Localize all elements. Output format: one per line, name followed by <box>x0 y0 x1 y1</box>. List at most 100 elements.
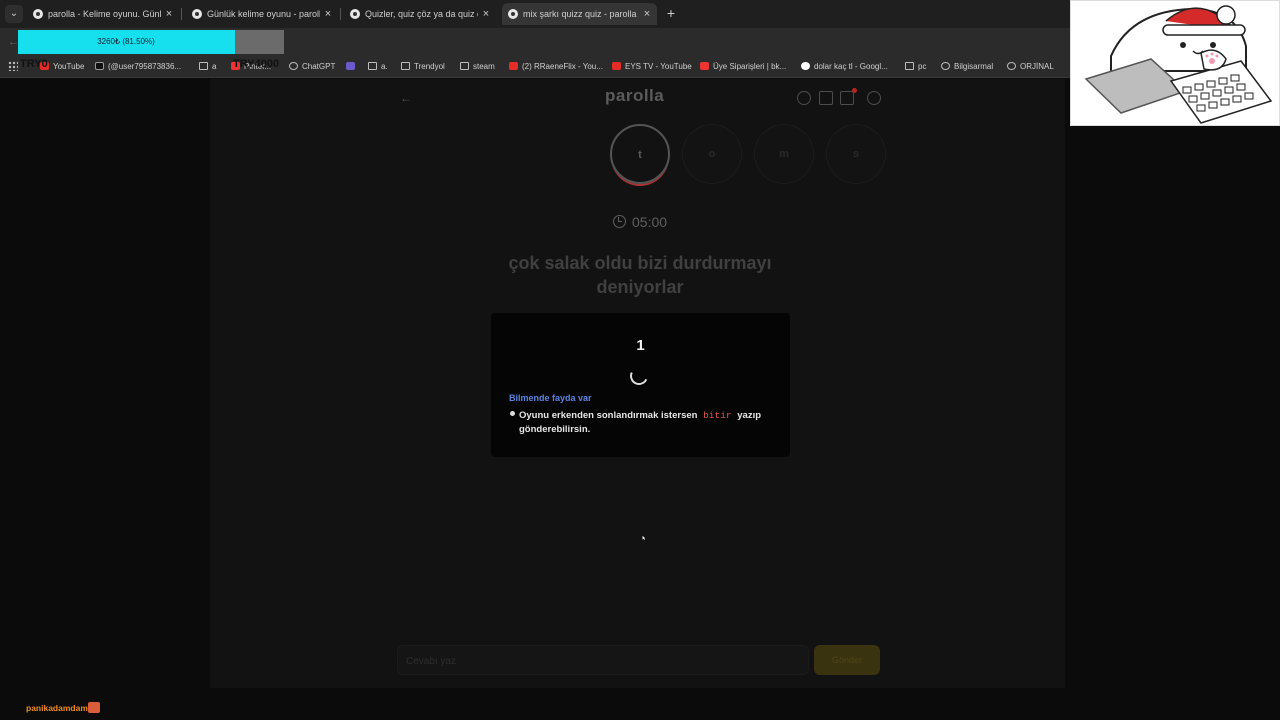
bookmark-dolar[interactable]: dolar kaç tl - Googl... <box>801 59 888 75</box>
letter: s <box>852 148 860 160</box>
app-icon <box>346 62 355 70</box>
messages-icon[interactable] <box>840 91 854 105</box>
parolla-favicon-icon <box>192 9 202 19</box>
tab-4-active[interactable]: mix şarkı quizz quiz - parolla - I × <box>502 3 657 25</box>
question-text: çok salak oldu bizi durdurmayı deniyorla… <box>508 253 772 297</box>
bookmark-steam[interactable]: steam <box>460 59 495 75</box>
info-icon[interactable] <box>797 91 811 105</box>
tab-divider <box>340 8 341 20</box>
bookmark-label: a. <box>381 62 388 71</box>
bookmark-trendyol[interactable]: Trendyol <box>401 59 445 75</box>
tab-3[interactable]: Quizler, quiz çöz ya da quiz olu × <box>344 3 496 25</box>
letter-circle: s <box>826 124 886 184</box>
folder-icon <box>199 62 208 70</box>
bookmark-label: (@user795873836... <box>108 62 182 71</box>
store-icon <box>700 62 709 70</box>
parolla-logo[interactable]: parolla <box>605 86 675 106</box>
folder-icon <box>368 62 377 70</box>
folder-icon <box>460 62 469 70</box>
tip-text: Oyunu erkenden sonlandırmak istersen bit… <box>519 409 769 436</box>
bookmark-tiktok[interactable]: (@user795873836... <box>95 59 181 75</box>
bookmark-orjinal[interactable]: ORJİNAL <box>1007 59 1054 75</box>
parolla-favicon-icon <box>33 9 43 19</box>
tab-2[interactable]: Günlük kelime oyunu - parolla × <box>186 3 338 25</box>
bookmark-bilgisarmal[interactable]: Bilgisarmal <box>941 59 993 75</box>
letter-circle: m <box>754 124 814 184</box>
bookmark-label: Üye Siparişleri | bk... <box>713 62 787 71</box>
tab-divider <box>181 8 182 20</box>
profile-icon[interactable] <box>867 91 881 105</box>
bookmark-eys-tv[interactable]: EYS TV - YouTube <box>612 59 692 75</box>
bongo-cat-mascot-icon <box>1071 1 1279 125</box>
google-icon <box>801 62 810 70</box>
youtube-icon <box>509 62 518 70</box>
bookmark-uye-siparisleri[interactable]: Üye Siparişleri | bk... <box>700 59 786 75</box>
bookmark-label: Trendyol <box>414 62 445 71</box>
tab-1[interactable]: parolla - Kelime oyunu. Günlük × <box>27 3 179 25</box>
bookmark-rraeneflix[interactable]: (2) RRaeneFlix - You... <box>509 59 603 75</box>
tiktok-icon <box>95 62 104 70</box>
parolla-favicon-icon <box>350 9 360 19</box>
chatgpt-icon <box>289 62 298 70</box>
parolla-favicon-icon <box>508 9 518 19</box>
bookmark-label: YouTube <box>53 62 85 71</box>
answer-field[interactable] <box>397 645 809 675</box>
tab-title: mix şarkı quizz quiz - parolla - I <box>523 9 639 19</box>
donation-goal-end: TRY4000 <box>233 58 280 70</box>
loading-spinner-icon <box>627 364 651 388</box>
page-back-icon[interactable]: ← <box>400 90 414 106</box>
bookmark-chatgpt[interactable]: ChatGPT <box>289 59 335 75</box>
notification-dot <box>852 88 857 93</box>
bookmark-pc[interactable]: pc <box>905 59 926 75</box>
stream-bottom-bar <box>0 688 1280 720</box>
globe-icon <box>941 62 950 70</box>
donation-goal-start: TRY0 <box>20 58 48 70</box>
screen: { "browser": { "tabs": [ {"title": "paro… <box>0 0 1280 720</box>
letter-circle: o <box>682 124 742 184</box>
bookmark-linear[interactable] <box>346 59 356 75</box>
bookmark-label: steam <box>473 62 495 71</box>
tab-title: parolla - Kelime oyunu. Günlük <box>48 9 161 19</box>
youtube-icon <box>612 62 621 70</box>
new-tab-button[interactable]: + <box>663 4 679 22</box>
donation-goal-bar: 3260₺ (81.50%) <box>18 30 284 54</box>
folder-icon <box>401 62 410 70</box>
bookmark-folder-a[interactable]: a <box>199 59 216 75</box>
folder-icon <box>905 62 914 70</box>
webcam-overlay <box>1070 0 1280 126</box>
bullet-icon <box>510 411 515 416</box>
tab-title: Quizler, quiz çöz ya da quiz olu <box>365 9 478 19</box>
apps-grid-icon[interactable] <box>8 61 18 71</box>
tab-title: Günlük kelime oyunu - parolla <box>207 9 320 19</box>
bookmark-label: dolar kaç tl - Googl... <box>814 62 888 71</box>
bookmark-label: ChatGPT <box>302 62 336 71</box>
bookmark-label: Bilgisarmal <box>954 62 994 71</box>
letter: t <box>638 149 642 161</box>
letter-circle-current: t <box>610 124 670 184</box>
donation-goal-text: 3260₺ (81.50%) <box>97 37 155 46</box>
mouse-cursor-icon <box>642 535 646 541</box>
streamer-badge-icon <box>88 702 100 713</box>
tip-title: Bilmende fayda var <box>509 393 592 403</box>
game-timer: 05:00 <box>613 213 673 231</box>
timer-value: 05:00 <box>632 214 668 230</box>
letter: m <box>779 148 789 160</box>
globe-icon <box>1007 62 1016 70</box>
bookmark-label: (2) RRaeneFlix - You... <box>522 62 603 71</box>
tab-close-icon[interactable]: × <box>322 3 334 25</box>
tab-close-icon[interactable]: × <box>641 3 653 25</box>
streamer-name: panikadamdam <box>26 703 88 713</box>
letter: o <box>708 148 716 160</box>
answer-input[interactable] <box>406 653 796 669</box>
tab-search-button[interactable]: ⌄ <box>5 5 23 23</box>
tab-close-icon[interactable]: × <box>480 3 492 25</box>
bookmark-label: pc <box>918 62 927 71</box>
bookmark-folder-a-dot[interactable]: a. <box>368 59 388 75</box>
stats-icon[interactable] <box>819 91 833 105</box>
countdown-modal: 1 Bilmende fayda var Oyunu erkenden sonl… <box>491 313 790 457</box>
bookmark-label: EYS TV - YouTube <box>625 62 692 71</box>
clock-icon <box>613 215 626 228</box>
tab-close-icon[interactable]: × <box>163 3 175 25</box>
bookmark-label: ORJİNAL <box>1020 62 1054 71</box>
send-button[interactable]: Gönder <box>814 645 880 675</box>
